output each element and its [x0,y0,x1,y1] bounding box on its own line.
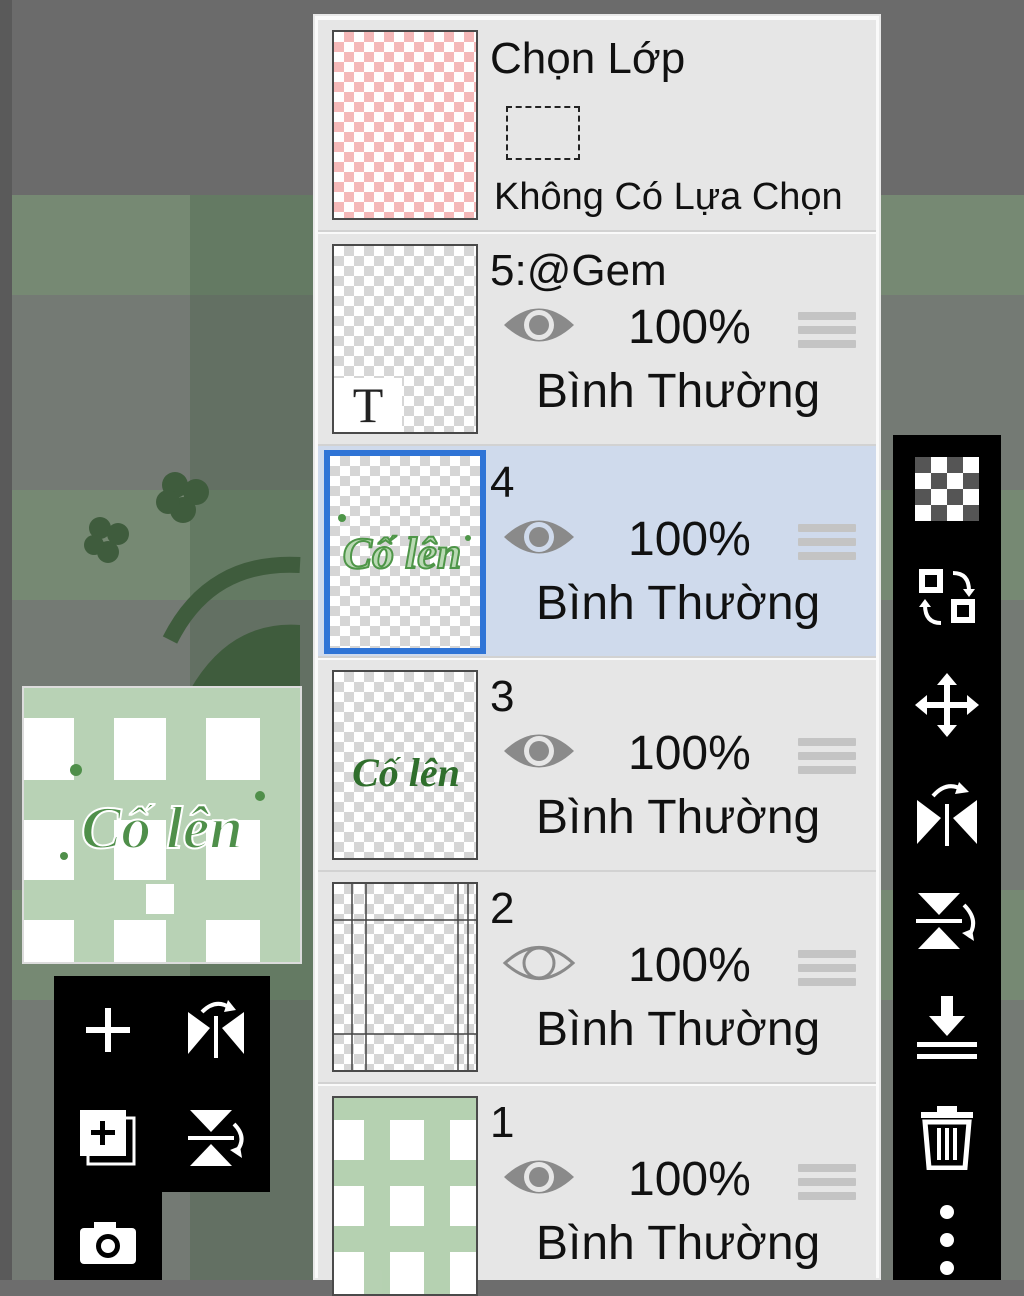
selection-layer-title: Chọn Lớp [490,34,686,83]
layer-opacity[interactable]: 100% [628,300,751,355]
selection-status: Không Có Lựa Chọn [494,176,843,218]
flip-vertical-icon [916,893,976,949]
layer-thumbnail [332,1096,478,1296]
drag-handle-icon[interactable] [798,950,856,992]
layer-row-selected[interactable]: Cố lên 4 100% Bình Thường [318,446,876,658]
drag-handle-icon[interactable] [798,738,856,780]
transparency-icon [915,457,979,521]
layer-art-text: Cố lên [352,750,460,795]
selection-marquee-icon [506,106,580,160]
layer-blend-mode[interactable]: Bình Thường [536,1216,820,1271]
layer-name: 2 [490,884,515,933]
flip-vertical-icon [188,1110,244,1166]
visibility-eye-icon[interactable] [502,512,576,562]
layer-thumbnail [332,882,478,1072]
move-button[interactable] [893,651,1001,759]
layer-row[interactable]: 1 100% Bình Thường [318,1086,876,1296]
flip-horizontal-icon [188,1000,244,1058]
layer-row[interactable]: Cố lên 3 100% Bình Thường [318,660,876,872]
layer-name: 5:@Gem [490,246,667,295]
swap-layers-icon [919,569,975,625]
layer-opacity[interactable]: 100% [628,512,751,567]
layer-thumbnail: Cố lên [324,450,486,654]
layer-blend-mode[interactable]: Bình Thường [536,576,820,631]
delete-layer-button[interactable] [893,1083,1001,1191]
layer-opacity[interactable]: 100% [628,938,751,993]
flip-horizontal-button[interactable] [893,759,1001,867]
text-layer-icon: T [334,378,402,432]
flip-horizontal-button[interactable] [162,976,270,1084]
visibility-eye-hidden-icon[interactable] [502,938,576,988]
flip-vertical-button[interactable] [162,1084,270,1192]
layer-tools-panel [54,976,270,1192]
layer-thumbnail: Cố lên [332,670,478,860]
visibility-eye-icon[interactable] [502,1152,576,1202]
flip-horizontal-icon [917,782,977,846]
layer-art-outline: Cố lên [338,514,471,579]
layer-opacity[interactable]: 100% [628,1152,751,1207]
drag-handle-icon[interactable] [798,312,856,354]
visibility-eye-icon[interactable] [502,300,576,350]
add-layer-button[interactable] [54,976,162,1084]
merge-down-button[interactable] [893,975,1001,1083]
swap-layers-button[interactable] [893,543,1001,651]
layer-blend-mode[interactable]: Bình Thường [536,1002,820,1057]
add-layer-icon [86,1008,130,1052]
move-icon [915,673,979,737]
flip-vertical-button[interactable] [893,867,1001,975]
layer-name: 3 [490,672,515,721]
add-layer-copy-button[interactable] [54,1084,162,1192]
layer-thumbnail: T [332,244,478,434]
layer-art-grid-lines [334,884,476,1070]
layer-opacity[interactable]: 100% [628,726,751,781]
camera-button[interactable] [54,1192,162,1292]
canvas-preview-thumbnail[interactable]: Cố lên [22,686,302,964]
merge-down-icon [917,996,977,1059]
layer-blend-mode[interactable]: Bình Thường [536,364,820,419]
layer-actions-toolbar [893,435,1001,1280]
layer-row[interactable]: T 5:@Gem 100% Bình Thường [318,234,876,446]
trash-icon [921,1106,973,1170]
layer-row[interactable]: 2 100% Bình Thường [318,872,876,1084]
layer-art-plaid [334,1098,476,1294]
more-options-button[interactable] [893,1191,1001,1280]
layer-blend-mode[interactable]: Bình Thường [536,790,820,845]
camera-icon [80,1222,136,1264]
visibility-eye-icon[interactable] [502,726,576,776]
camera-panel [54,1192,162,1280]
drag-handle-icon[interactable] [798,1164,856,1206]
layer-name: 1 [490,1098,515,1147]
svg-text:Cố lên: Cố lên [352,750,460,795]
selection-layer-row[interactable]: Chọn Lớp Không Có Lựa Chọn [318,20,876,232]
more-vertical-icon [940,1204,954,1275]
drag-handle-icon[interactable] [798,524,856,566]
preview-title-text: Cố lên [81,795,243,861]
selection-layer-thumbnail [332,30,478,220]
transparency-button[interactable] [893,435,1001,543]
add-layer-copy-icon [80,1110,136,1166]
preview-artwork: Cố lên [24,688,300,962]
svg-text:Cố lên: Cố lên [343,529,462,578]
layer-name: 4 [490,458,515,507]
